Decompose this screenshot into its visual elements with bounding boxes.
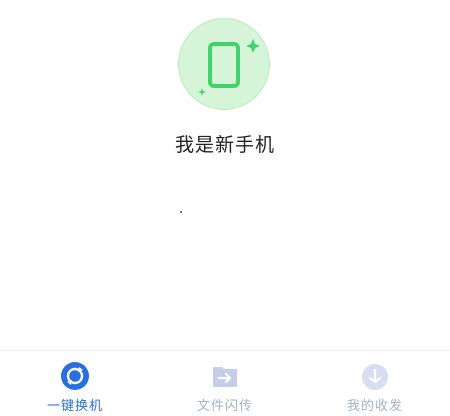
inbox-icon [362, 364, 388, 390]
tab-label: 一键换机 [46, 399, 103, 414]
decor-dot [180, 211, 182, 213]
new-phone-button[interactable] [178, 18, 270, 110]
file-transfer-icon [213, 367, 237, 387]
phone-sparkle-icon [198, 39, 260, 96]
tab-one-key-switch[interactable]: 一键换机 [0, 351, 150, 416]
tab-file-transfer[interactable]: 文件闪传 [150, 351, 300, 416]
screen: 我是新手机 一键换机 文件闪传 我的收发 [0, 0, 450, 416]
sync-circle-icon [61, 362, 89, 390]
new-phone-section: 我是新手机 [0, 0, 450, 200]
new-phone-title: 我是新手机 [174, 134, 275, 156]
tab-label: 文件闪传 [196, 399, 253, 414]
tab-label: 我的收发 [346, 399, 403, 414]
bottom-tab-bar: 一键换机 文件闪传 我的收发 [0, 350, 450, 416]
tab-my-send-receive[interactable]: 我的收发 [300, 351, 450, 416]
